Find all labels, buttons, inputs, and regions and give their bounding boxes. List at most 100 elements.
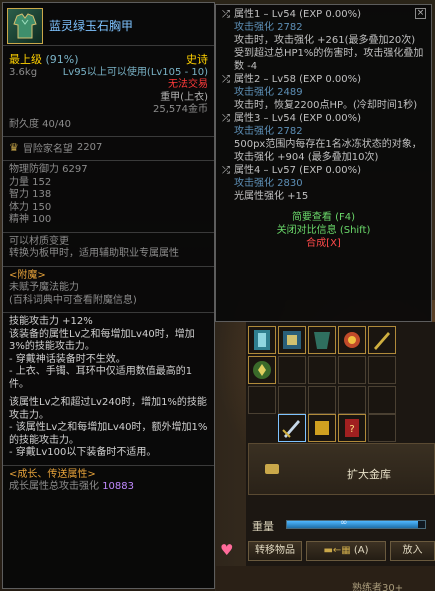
inventory-slot-misc[interactable]: ? xyxy=(338,414,366,442)
inventory-slot-armor[interactable] xyxy=(308,326,336,354)
skill-line: 技能攻击力 +12% xyxy=(9,316,93,327)
inventory-slot-misc[interactable] xyxy=(248,356,276,384)
inventory-slot-accessory[interactable] xyxy=(338,326,366,354)
inventory-slot-empty[interactable] xyxy=(248,386,276,414)
skill-line: 该属性Lv之和超过Lv240时，增加1%的技能攻击力。 xyxy=(9,397,207,421)
durability: 耐久度 40/40 xyxy=(9,118,71,130)
item-tooltip: 蓝灵绿玉石胸甲 最上级 (91%) 史诗 3.6kg Lv95以上可以使用(Lv… xyxy=(2,2,215,589)
skill-line: - 穿戴Lv100以下装备时不适用。 xyxy=(9,447,157,458)
material-line: 转换为板甲时，适用辅助职业专属属性 xyxy=(9,248,179,259)
inventory-slot-armor[interactable] xyxy=(278,326,306,354)
inventory-slot-empty[interactable] xyxy=(278,356,306,384)
attribute-title-text: 属性3 – Lv54 (EXP 0.00%) xyxy=(234,113,362,124)
chest-icon xyxy=(265,464,279,474)
sort-icon: ▬←▦ xyxy=(323,545,351,556)
growth-label: 成长属性总攻击强化 xyxy=(9,481,99,492)
synthesize-link[interactable]: 合成[X] xyxy=(222,237,425,250)
enchant-line: 未赋予魔法能力 xyxy=(9,282,79,293)
close-icon[interactable]: × xyxy=(415,8,426,19)
stats-section: 物理防御力 6297 力量 152 智力 138 体力 150 精神 100 xyxy=(3,160,214,227)
attribute-title: ⤮ 属性2 – Lv58 (EXP 0.00%) xyxy=(222,73,425,86)
skill-section: 技能攻击力 +12% 该装备的属性Lv之和每增加Lv40时，增加3%的技能攻击力… xyxy=(3,312,214,460)
growth-title: <成长、传送属性> xyxy=(9,468,96,480)
bank-expand-button[interactable]: 扩大金库 xyxy=(248,443,435,495)
fame-value: 2207 xyxy=(76,142,103,153)
sort-items-button[interactable]: ▬←▦ (A) xyxy=(306,541,386,561)
level-row: 3.6kg Lv95以上可以使用(Lv105 - 10) xyxy=(9,66,208,79)
item-header: 蓝灵绿玉石胸甲 xyxy=(3,6,214,46)
svg-text:?: ? xyxy=(349,424,354,435)
skill-line: - 上衣、手镯、耳环中仅适用数值最高的1件。 xyxy=(9,366,193,390)
attribute-title: ⤮ 属性3 – Lv54 (EXP 0.00%) xyxy=(222,112,425,125)
inventory-slot-empty[interactable] xyxy=(368,414,396,442)
growth-value: 10883 xyxy=(102,481,134,492)
stat-line: 精神 100 xyxy=(9,214,52,225)
attribute-title-text: 属性4 – Lv57 (EXP 0.00%) xyxy=(234,165,362,176)
brief-view-link[interactable]: 简要查看 (F4) xyxy=(222,211,425,224)
attribute-icon: ⤮ xyxy=(222,165,230,176)
inventory-slot-misc[interactable] xyxy=(308,414,336,442)
fame-label: 冒险家名望 xyxy=(22,144,73,155)
heart-icon[interactable]: ♥ xyxy=(220,541,238,559)
item-grade-pct: (91%) xyxy=(45,53,79,66)
stat-line: 体力 150 xyxy=(9,201,52,213)
inventory-slot-empty[interactable] xyxy=(278,386,306,414)
enchant-section: <附魔> 未赋予魔法能力 (百科词典中可查看附魔信息) xyxy=(3,265,214,308)
enchant-title: <附魔> xyxy=(9,269,46,281)
attribute-desc: 受到超过总HP1%的伤害时，攻击强化叠加数 -4 xyxy=(234,48,424,72)
attribute-title: ⤮ 属性1 – Lv54 (EXP 0.00%) xyxy=(222,8,425,21)
attribute-stat: 攻击强化 2830 xyxy=(234,178,303,189)
material-section: 可以材质变更 转换为板甲时，适用辅助职业专属属性 xyxy=(3,231,214,261)
weight-bar xyxy=(286,520,426,529)
attribute-title-text: 属性1 – Lv54 (EXP 0.00%) xyxy=(234,9,362,20)
bank-expand-label: 扩大金库 xyxy=(347,468,391,481)
item-price: 25,574金币 xyxy=(153,104,208,115)
attribute-icon: ⤮ xyxy=(222,9,230,20)
attribute-title: ⤮ 属性4 – Lv57 (EXP 0.00%) xyxy=(222,164,425,177)
grade-row: 最上级 (91%) 史诗 xyxy=(9,53,208,66)
attribute-desc: 攻击时，恢复2200点HP。(冷却时间1秒) xyxy=(234,100,418,111)
attribute-desc: 500px范围内每存在1名冰冻状态的对象，攻击强化 +904 (最多叠加10次) xyxy=(234,139,422,163)
inventory-slot-selected[interactable] xyxy=(278,414,306,442)
attribute-desc: 光属性强化 +15 xyxy=(234,191,309,202)
level-requirement: Lv95以上可以使用(Lv105 - 10) xyxy=(62,67,208,78)
enchant-line: (百科词典中可查看附魔信息) xyxy=(9,294,137,306)
inventory-slot-empty[interactable] xyxy=(308,356,336,384)
inventory-slot-empty[interactable] xyxy=(308,386,336,414)
material-line: 可以材质变更 xyxy=(9,235,69,247)
skill-line: 该装备的属性Lv之和每增加Lv40时，增加3%的技能攻击力。 xyxy=(9,328,195,353)
weight-fill xyxy=(287,521,419,528)
inventory-slot-empty[interactable] xyxy=(338,356,366,384)
tooltip-links: 简要查看 (F4) 关闭对比信息 (Shift) 合成[X] xyxy=(222,211,425,250)
armor-type: 重甲(上衣) xyxy=(160,91,208,103)
attribute-stat: 攻击强化 2489 xyxy=(234,87,303,98)
trade-status: 无法交易 xyxy=(168,79,208,90)
weight-value: ∞ xyxy=(340,518,348,528)
attribute-title-text: 属性2 – Lv58 (EXP 0.00%) xyxy=(234,74,362,85)
item-weight: 3.6kg xyxy=(9,67,38,78)
inventory-slot-armor[interactable] xyxy=(248,326,276,354)
inventory-slot-weapon[interactable] xyxy=(368,326,396,354)
fame-crown-icon: ♛ xyxy=(9,141,19,154)
attribute-tooltip: × ⤮ 属性1 – Lv54 (EXP 0.00%) 攻击强化 2782 攻击时，… xyxy=(215,4,432,322)
item-rarity: 史诗 xyxy=(186,53,208,66)
inventory-slot-empty[interactable] xyxy=(338,386,366,414)
fame-row: ♛ 冒险家名望 2207 xyxy=(3,136,214,155)
item-name: 蓝灵绿玉石胸甲 xyxy=(49,19,134,33)
chest-armor-icon xyxy=(7,7,43,44)
attribute-stat: 攻击强化 2782 xyxy=(234,22,303,33)
growth-section: <成长、传送属性> 成长属性总攻击强化 10883 xyxy=(3,464,214,494)
compare-toggle-link[interactable]: 关闭对比信息 (Shift) xyxy=(222,224,425,237)
inventory-slot-empty[interactable] xyxy=(368,356,396,384)
inventory-slot-empty[interactable] xyxy=(368,386,396,414)
sort-button-label: (A) xyxy=(353,545,369,556)
weight-label: 重量 xyxy=(252,520,274,533)
stat-line: 力量 152 xyxy=(9,176,52,188)
attribute-icon: ⤮ xyxy=(222,74,230,85)
attribute-desc: 攻击时，攻击强化 +261(最多叠加20次) xyxy=(234,35,416,46)
stat-line: 智力 138 xyxy=(9,189,52,200)
status-text: 熟练者30+ xyxy=(352,583,404,591)
stat-line: 物理防御力 6297 xyxy=(9,164,88,175)
put-items-button[interactable]: 放入 xyxy=(390,541,435,561)
transfer-items-button[interactable]: 转移物品 xyxy=(248,541,302,561)
